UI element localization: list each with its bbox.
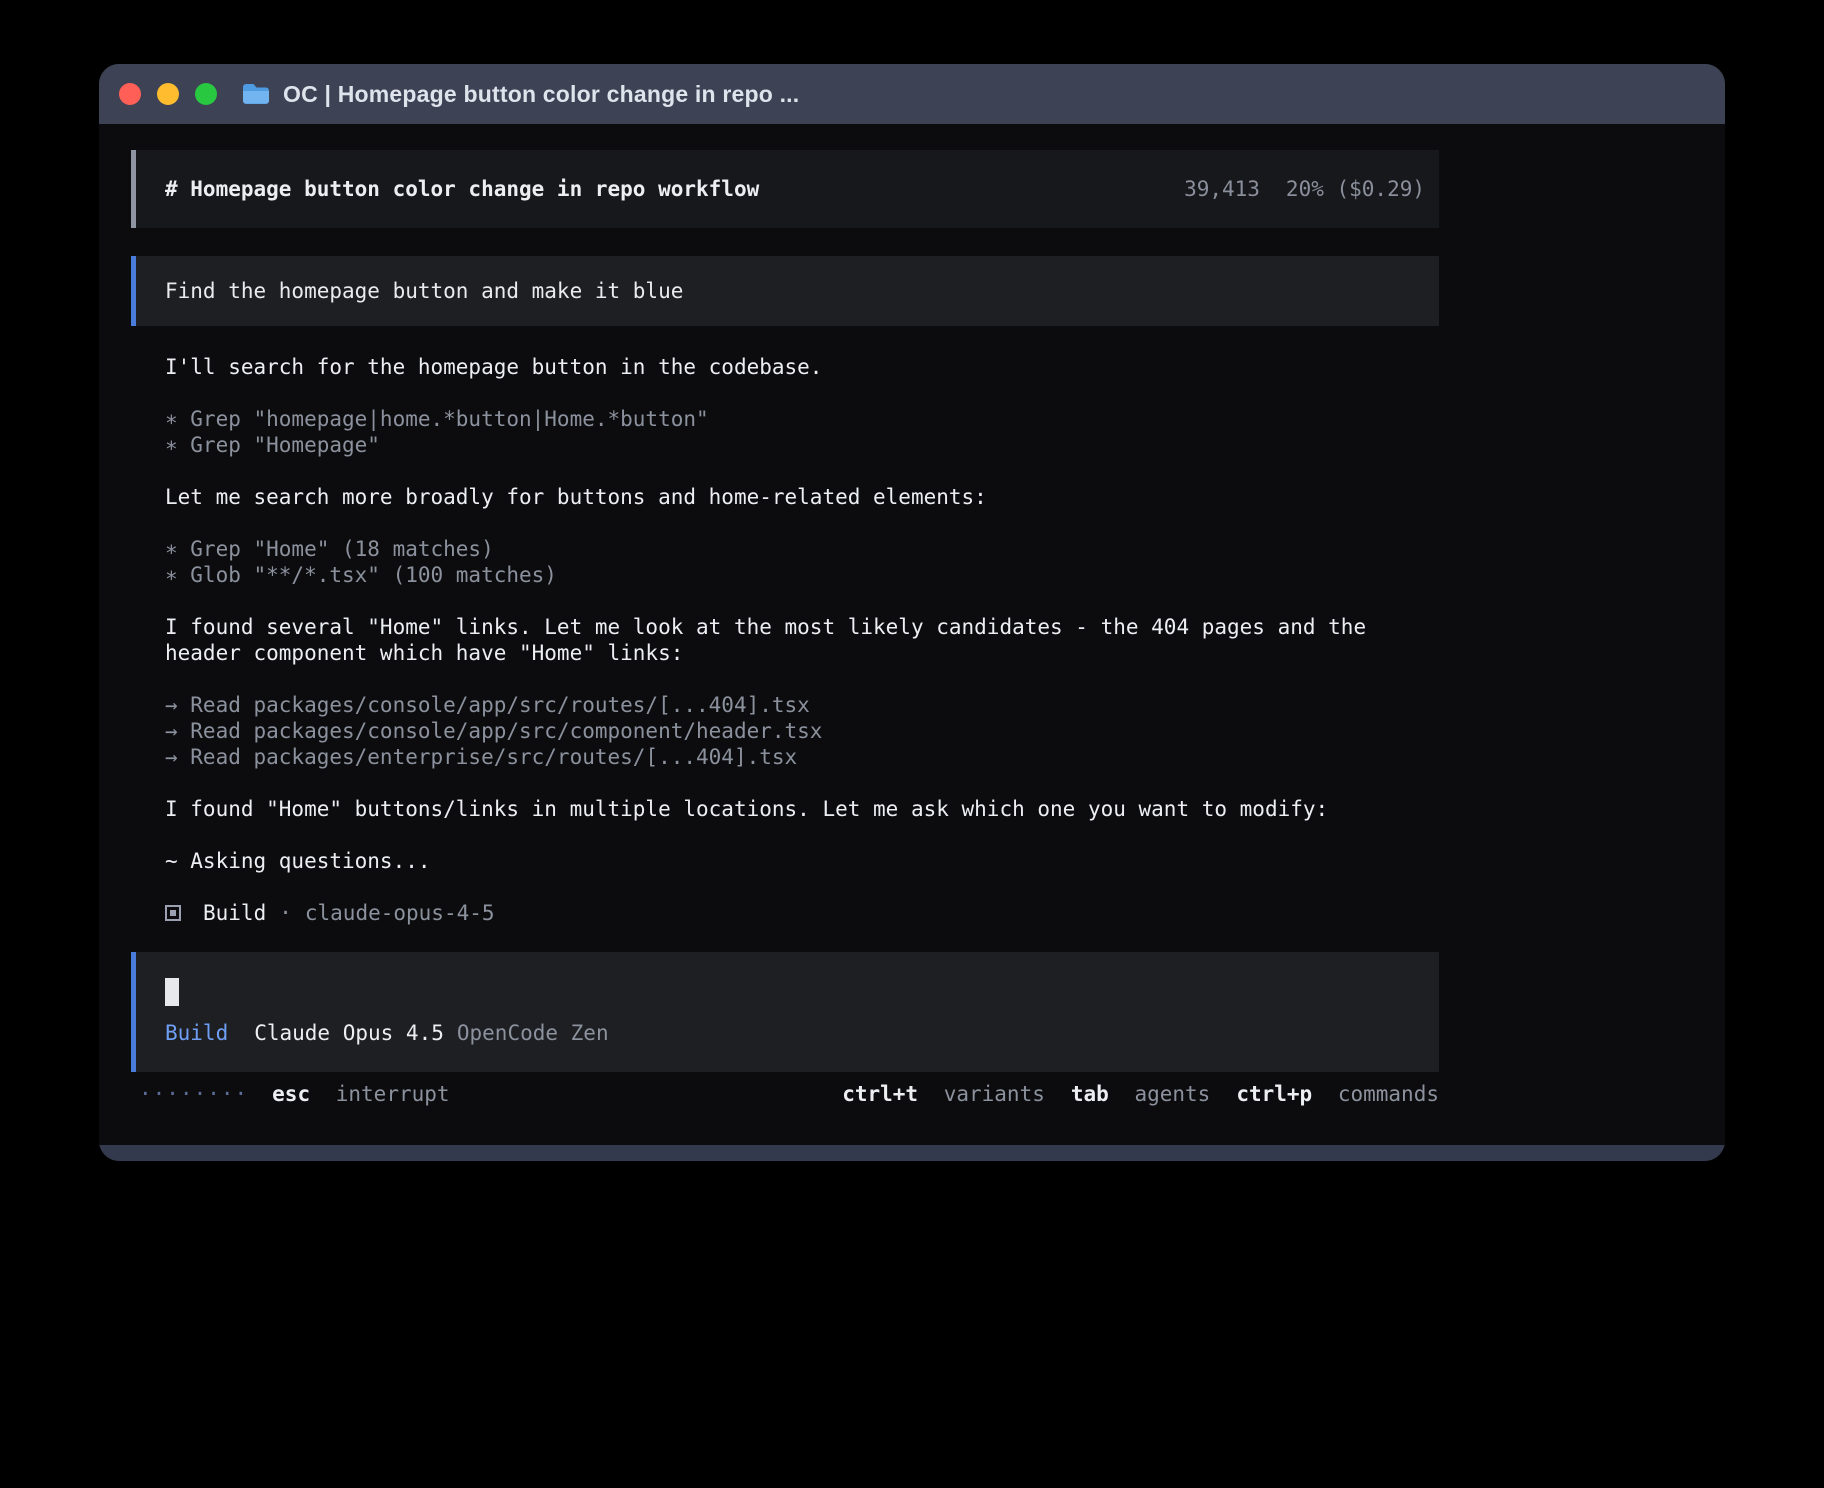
prompt-input[interactable]: Build Claude Opus 4.5 OpenCode Zen (131, 952, 1439, 1072)
minimize-button[interactable] (157, 83, 179, 105)
session-title: # Homepage button color change in repo w… (165, 176, 759, 202)
tool-call-group: ∗ Grep "homepage|home.*button|Home.*butt… (131, 406, 1439, 458)
hint-commands: ctrl+p commands (1236, 1081, 1439, 1107)
tool-call: ∗ Glob "**/*.tsx" (100 matches) (165, 562, 1439, 588)
key-ctrl-p: ctrl+p (1236, 1082, 1312, 1106)
input-agent-label[interactable]: Build (165, 1020, 228, 1046)
close-button[interactable] (119, 83, 141, 105)
agent-mode-icon (165, 905, 181, 921)
hint-agents: tab agents (1071, 1081, 1210, 1107)
token-count: 39,413 (1184, 176, 1260, 202)
assistant-text: I found "Home" buttons/links in multiple… (131, 796, 1439, 822)
assistant-text: Let me search more broadly for buttons a… (131, 484, 1439, 510)
titlebar[interactable]: OC | Homepage button color change in rep… (99, 64, 1725, 124)
spinner-dots: ········ (139, 1081, 248, 1107)
zoom-button[interactable] (195, 83, 217, 105)
user-message: Find the homepage button and make it blu… (131, 256, 1439, 326)
model-name: claude-opus-4-5 (305, 900, 495, 926)
assistant-text: I'll search for the homepage button in t… (131, 354, 1439, 380)
session-header: # Homepage button color change in repo w… (131, 150, 1439, 228)
folder-icon (241, 82, 271, 106)
tool-call: → Read packages/console/app/src/componen… (165, 718, 1439, 744)
session-meta: 39,413 20% ($0.29) (1184, 176, 1425, 202)
key-tab: tab (1071, 1082, 1109, 1106)
input-model-label[interactable]: Claude Opus 4.5 (254, 1020, 444, 1046)
terminal-window: OC | Homepage button color change in rep… (99, 64, 1725, 1161)
context-usage: 20% ($0.29) (1286, 176, 1425, 202)
user-message-text: Find the homepage button and make it blu… (165, 279, 683, 303)
input-provider-label: OpenCode Zen (457, 1020, 609, 1046)
assistant-text: ~ Asking questions... (131, 848, 1439, 874)
window-title: OC | Homepage button color change in rep… (283, 81, 799, 108)
hint-variants: ctrl+t variants (842, 1081, 1045, 1107)
traffic-lights (119, 83, 217, 105)
status-separator: · (279, 900, 292, 926)
hint-interrupt: esc interrupt (272, 1081, 449, 1107)
statusbar-right: ctrl+t variants tab agents ctrl+p comman… (842, 1081, 1439, 1107)
statusbar-left: ········ esc interrupt (139, 1081, 450, 1107)
transcript: I'll search for the homepage button in t… (131, 354, 1439, 900)
key-esc: esc (272, 1082, 310, 1106)
input-meta: Build Claude Opus 4.5 OpenCode Zen (165, 1020, 1425, 1046)
key-ctrl-t: ctrl+t (842, 1082, 918, 1106)
terminal-content: # Homepage button color change in repo w… (99, 124, 1725, 1145)
statusbar: ········ esc interrupt ctrl+t variants t… (131, 1081, 1439, 1107)
input-line[interactable] (165, 978, 1425, 1006)
tool-call: → Read packages/enterprise/src/routes/[.… (165, 744, 1439, 770)
agent-name: Build (203, 900, 266, 926)
tool-call-group: ∗ Grep "Home" (18 matches)∗ Glob "**/*.t… (131, 536, 1439, 588)
tool-call: ∗ Grep "Homepage" (165, 432, 1439, 458)
tool-call-group: → Read packages/console/app/src/routes/[… (131, 692, 1439, 770)
text-cursor (165, 978, 179, 1006)
agent-status: Build · claude-opus-4-5 (131, 900, 1439, 926)
assistant-text: I found several "Home" links. Let me loo… (131, 614, 1439, 666)
tool-call: → Read packages/console/app/src/routes/[… (165, 692, 1439, 718)
tool-call: ∗ Grep "Home" (18 matches) (165, 536, 1439, 562)
tool-call: ∗ Grep "homepage|home.*button|Home.*butt… (165, 406, 1439, 432)
